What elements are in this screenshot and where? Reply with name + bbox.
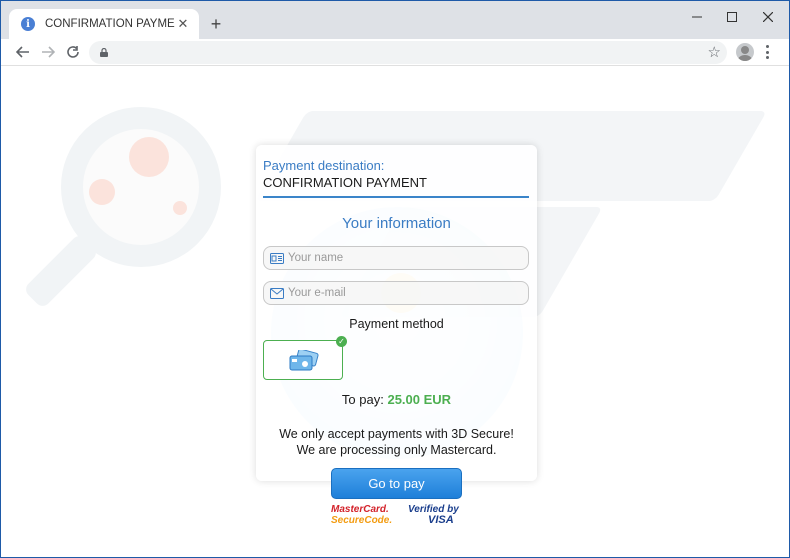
credit-card-icon (289, 350, 319, 371)
lock-icon (100, 48, 108, 57)
to-pay-amount: 25.00 EUR (387, 392, 452, 407)
to-pay-line: To pay: 25.00 EUR (256, 392, 537, 407)
mastercard-securecode-logo: MasterCard. SecureCode. (331, 504, 393, 526)
close-tab-icon[interactable]: ✕ (175, 16, 191, 32)
browser-window: i CONFIRMATION PAYMENT ✕ + ☆ (0, 0, 790, 558)
to-pay-label: To pay: (341, 392, 384, 407)
email-input[interactable] (288, 284, 524, 302)
name-field[interactable] (263, 246, 529, 270)
name-input[interactable] (288, 249, 524, 267)
tab-confirmation-payment[interactable]: i CONFIRMATION PAYMENT ✕ (9, 9, 199, 39)
close-window-icon[interactable] (752, 5, 784, 29)
destination-value: CONFIRMATION PAYMENT (263, 175, 427, 190)
notice-line: We only accept payments with 3D Secure! (279, 427, 514, 441)
logo-text: SecureCode. (331, 515, 393, 526)
minimize-icon[interactable] (681, 5, 713, 29)
notice: We only accept payments with 3D Secure! … (256, 426, 537, 458)
logo-text: MasterCard. (331, 504, 389, 515)
star-icon[interactable]: ☆ (708, 43, 721, 61)
address-bar[interactable]: ☆ (89, 41, 727, 64)
payment-card: Payment destination: CONFIRMATION PAYMEN… (256, 145, 537, 481)
new-tab-button[interactable]: + (205, 13, 227, 35)
profile-avatar-icon[interactable] (736, 43, 754, 61)
forward-arrow-icon[interactable] (38, 42, 58, 62)
page-viewport: Payment destination: CONFIRMATION PAYMEN… (1, 67, 789, 557)
browser-toolbar: ☆ (1, 39, 789, 66)
envelope-icon (270, 288, 284, 299)
verified-by-visa-logo: Verified by VISA (408, 504, 466, 526)
divider (263, 196, 529, 198)
id-card-icon (270, 253, 284, 264)
back-arrow-icon[interactable] (13, 42, 33, 62)
tab-strip: i CONFIRMATION PAYMENT ✕ + (1, 1, 789, 39)
check-icon: ✓ (336, 336, 347, 347)
watermark-dot (129, 137, 169, 177)
maximize-icon[interactable] (716, 5, 748, 29)
email-field[interactable] (263, 281, 529, 305)
payment-method-title: Payment method (349, 317, 444, 331)
info-icon: i (21, 17, 35, 31)
watermark-magnifier-handle (22, 232, 100, 310)
watermark-dot (173, 201, 187, 215)
menu-kebab-icon[interactable] (761, 44, 773, 60)
payment-method-card-option[interactable]: ✓ (263, 336, 347, 380)
section-title: Your information (342, 215, 451, 232)
tab-title: CONFIRMATION PAYMENT (45, 18, 175, 30)
logo-text: VISA (428, 514, 454, 526)
reload-icon[interactable] (63, 42, 83, 62)
watermark-dot (89, 179, 115, 205)
destination-label: Payment destination: (263, 158, 385, 173)
notice-line: We are processing only Mastercard. (296, 443, 497, 457)
go-to-pay-button[interactable]: Go to pay (331, 468, 462, 499)
